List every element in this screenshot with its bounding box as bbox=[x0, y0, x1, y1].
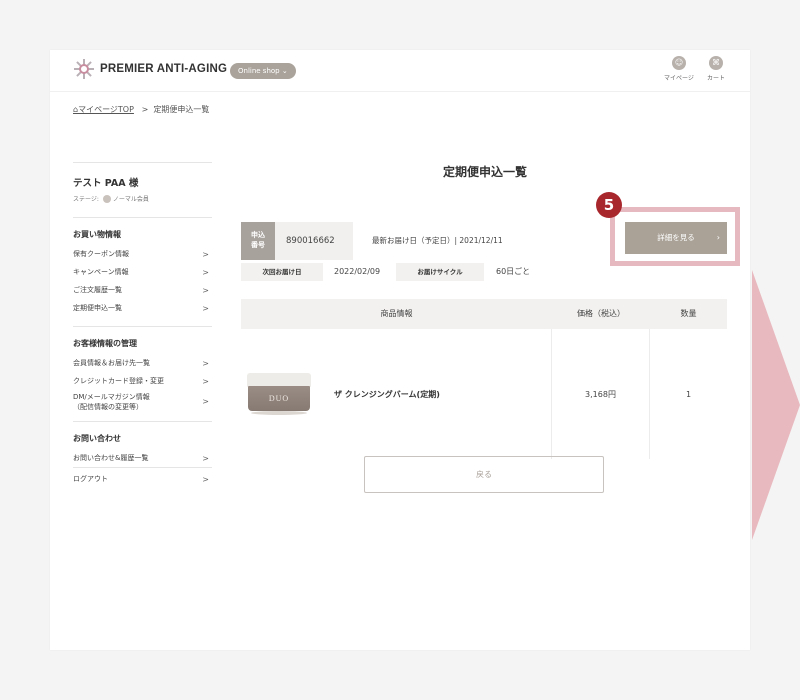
product-image: DUO bbox=[247, 373, 311, 415]
online-shop-dropdown[interactable]: Online shop ⌄ bbox=[230, 63, 296, 79]
section-contact-title: お問い合わせ bbox=[73, 434, 121, 443]
product-quantity: 1 bbox=[685, 389, 692, 399]
chevron-right-icon: > bbox=[202, 397, 209, 406]
brand-name: PREMIER ANTI-AGING bbox=[100, 63, 228, 75]
breadcrumb-separator: > bbox=[141, 105, 149, 114]
chevron-right-icon: > bbox=[202, 358, 209, 368]
page-title: 定期便申込一覧 bbox=[442, 165, 527, 179]
latest-delivery-date: 最新お届け日（予定日）| 2021/12/11 bbox=[372, 236, 503, 245]
order-number-label: 申込 番号 bbox=[241, 222, 275, 260]
delivery-cycle-label: お届けサイクル bbox=[396, 263, 484, 281]
next-delivery-date: 2022/02/09 bbox=[334, 267, 381, 276]
breadcrumb: ⌂マイページTOP > 定期便申込一覧 bbox=[73, 104, 209, 115]
breadcrumb-home-link[interactable]: ⌂マイページTOP bbox=[73, 105, 134, 114]
chevron-right-icon: > bbox=[202, 453, 209, 463]
user-name: テスト PAA 様 bbox=[73, 178, 139, 189]
chevron-right-icon: > bbox=[202, 267, 209, 277]
sidebar-item-credit-card[interactable]: クレジットカード登録・変更 > bbox=[73, 372, 212, 390]
next-delivery-label: 次回お届け日 bbox=[241, 263, 323, 281]
sidebar-item-member-info[interactable]: 会員情報＆お届け先一覧 > bbox=[73, 354, 212, 372]
chevron-right-icon: > bbox=[202, 474, 209, 484]
sidebar-item-order-history[interactable]: ご注文履歴一覧 > bbox=[73, 281, 212, 299]
back-button[interactable]: 戻る bbox=[364, 456, 604, 493]
mypage-link[interactable]: ☺ マイページ bbox=[663, 56, 695, 82]
delivery-details: 次回お届け日 2022/02/09 お届けサイクル 60日ごと bbox=[241, 263, 598, 281]
product-table: 商品情報 価格（税込） 数量 DUO ザ クレンジングバーム(定期) 3,168… bbox=[241, 299, 727, 459]
sidebar-item-coupons[interactable]: 保有クーポン情報 > bbox=[73, 245, 212, 263]
chevron-right-icon: › bbox=[716, 233, 720, 242]
section-shopping-title: お買い物情報 bbox=[73, 230, 121, 239]
product-name: ザ クレンジングバーム(定期) bbox=[334, 389, 440, 399]
member-stage: ステージ: ノーマル会員 bbox=[73, 194, 149, 203]
sidebar-item-inquiries[interactable]: お問い合わせ&履歴一覧 > bbox=[73, 449, 212, 467]
table-row: DUO ザ クレンジングバーム(定期) 3,168円 1 bbox=[241, 329, 727, 459]
brand-mark-icon bbox=[74, 59, 94, 79]
sidebar-item-dm-settings[interactable]: DM/メールマガジン情報 （配信情報の変更等） > bbox=[73, 390, 212, 414]
sidebar-item-logout[interactable]: ログアウト > bbox=[73, 468, 212, 490]
brand-logo[interactable]: PREMIER ANTI-AGING bbox=[74, 59, 227, 79]
col-product-info: 商品情報 bbox=[380, 309, 413, 318]
mypage-label: マイページ bbox=[664, 75, 694, 82]
cart-link[interactable]: ⌘ カート bbox=[700, 56, 732, 82]
product-price: 3,168円 bbox=[552, 329, 650, 459]
cart-icon: ⌘ bbox=[709, 56, 723, 70]
section-account-title: お客様情報の管理 bbox=[73, 339, 137, 348]
view-details-button[interactable]: 詳細を見る › bbox=[625, 222, 727, 254]
step-number-badge: 5 bbox=[596, 192, 622, 218]
col-price: 価格（税込） bbox=[577, 309, 625, 318]
chevron-right-icon: > bbox=[202, 376, 209, 386]
cart-label: カート bbox=[706, 75, 725, 82]
sidebar-item-subscriptions[interactable]: 定期便申込一覧 > bbox=[73, 299, 212, 317]
person-icon: ☺ bbox=[672, 56, 686, 70]
breadcrumb-current: 定期便申込一覧 bbox=[153, 105, 210, 114]
site-header: PREMIER ANTI-AGING Online shop ⌄ ☺ マイページ… bbox=[50, 50, 750, 92]
col-quantity: 数量 bbox=[680, 309, 697, 318]
mypage-sidebar: テスト PAA 様 ステージ: ノーマル会員 お買い物情報 保有クーポン情報 > … bbox=[73, 162, 212, 490]
user-info: テスト PAA 様 ステージ: ノーマル会員 bbox=[73, 163, 212, 217]
sidebar-item-campaigns[interactable]: キャンペーン情報 > bbox=[73, 263, 212, 281]
order-number: 890016662 bbox=[275, 222, 353, 260]
chevron-right-icon: > bbox=[202, 303, 209, 313]
next-step-arrow bbox=[752, 270, 800, 540]
table-header: 商品情報 価格（税込） 数量 bbox=[241, 299, 727, 329]
delivery-cycle-value: 60日ごと bbox=[496, 267, 531, 276]
chevron-right-icon: > bbox=[202, 285, 209, 295]
chevron-right-icon: > bbox=[202, 249, 209, 259]
subscription-summary: 申込 番号 890016662 最新お届け日（予定日）| 2021/12/11 bbox=[241, 222, 598, 260]
product-cell: DUO ザ クレンジングバーム(定期) bbox=[241, 329, 552, 459]
mypage-window: PREMIER ANTI-AGING Online shop ⌄ ☺ マイページ… bbox=[50, 50, 750, 650]
stage-icon bbox=[102, 194, 111, 203]
